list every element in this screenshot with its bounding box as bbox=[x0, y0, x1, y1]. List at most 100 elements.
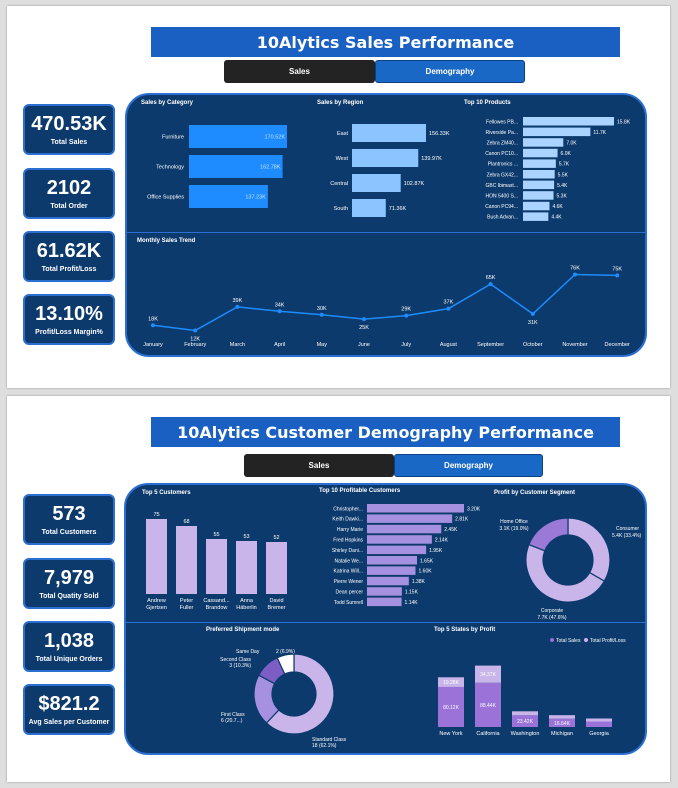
data-point bbox=[530, 311, 535, 316]
kpi-total-quantity-sold: 7,979 Total Quatity Sold bbox=[23, 558, 115, 609]
kpi-label: Total Customers bbox=[41, 529, 97, 536]
bar bbox=[523, 201, 550, 211]
category-label: David bbox=[269, 598, 283, 604]
profit-by-segment-chart: Consumer5.4K (33.4%) Corporate7.7K (47.6%… bbox=[499, 517, 642, 621]
category-label: East bbox=[337, 131, 348, 137]
data-label: 5.4K bbox=[557, 183, 568, 189]
panel-divider bbox=[127, 232, 645, 233]
slice-category: Home Office bbox=[500, 519, 528, 525]
data-point bbox=[193, 328, 198, 333]
bar bbox=[523, 191, 554, 200]
kpi-label: Total Unique Orders bbox=[35, 656, 103, 663]
category-label: Fellowes PB... bbox=[486, 119, 518, 125]
kpi-value: 2102 bbox=[46, 177, 92, 199]
data-label: 31K bbox=[528, 320, 538, 326]
top-5-states-by-profit-chart: Total Sales Total Profit/Loss 80.12K 19.28K… bbox=[438, 638, 626, 737]
bar bbox=[236, 541, 257, 594]
sales-performance-page: 10Alytics Sales Performance Sales Demogr… bbox=[7, 6, 670, 388]
data-point bbox=[362, 317, 366, 322]
bar bbox=[367, 576, 409, 586]
data-point bbox=[446, 306, 451, 311]
data-label: 30K bbox=[317, 306, 327, 312]
chart-title: Preferred Shipment mode bbox=[206, 627, 280, 633]
bar bbox=[523, 127, 591, 137]
legend-swatch bbox=[550, 638, 554, 642]
chart-title: Top 5 States by Profit bbox=[434, 627, 496, 633]
category-label: West bbox=[336, 156, 349, 162]
data-label: 1.38K bbox=[412, 579, 426, 585]
preferred-shipment-mode-chart: Standard Class18 (62.1%)First Class6 (20… bbox=[220, 649, 347, 749]
kpi-value: $821.2 bbox=[38, 693, 100, 715]
category-label: GBC Ibimast... bbox=[485, 183, 518, 189]
kpi-label: Avg Sales per Customer bbox=[28, 719, 110, 726]
slice-label: 6 (20.7...) bbox=[221, 718, 243, 724]
data-point bbox=[404, 313, 409, 318]
tab-demography[interactable]: Demography bbox=[375, 60, 525, 83]
data-label: 5.3K bbox=[557, 193, 568, 199]
data-label: 76K bbox=[570, 266, 580, 272]
chart-title: Top 10 Products bbox=[464, 100, 511, 106]
legend-label: Total Profit/Loss bbox=[590, 638, 626, 644]
bar bbox=[523, 159, 556, 168]
x-tick-label: March bbox=[230, 342, 245, 348]
bar bbox=[523, 117, 614, 126]
category-label: Technology bbox=[156, 165, 184, 171]
kpi-value: 13.10% bbox=[35, 303, 103, 325]
category-label: Washington bbox=[511, 731, 540, 737]
data-label: 3.20K bbox=[467, 506, 481, 512]
kpi-label: Total Quatity Sold bbox=[39, 593, 99, 600]
data-label: 55 bbox=[213, 532, 219, 538]
bar bbox=[586, 718, 612, 722]
tab-demography[interactable]: Demography bbox=[394, 454, 543, 477]
tab-sales[interactable]: Sales bbox=[224, 60, 375, 83]
data-label: 1.65K bbox=[420, 558, 434, 564]
bar bbox=[512, 711, 538, 716]
data-label: 5.5K bbox=[558, 172, 569, 178]
legend-label: Total Sales bbox=[556, 638, 581, 644]
data-label: 23.42K bbox=[517, 719, 534, 725]
series-line bbox=[152, 273, 618, 332]
data-point bbox=[235, 304, 240, 309]
bar bbox=[176, 526, 197, 594]
kpi-total-customers: 573 Total Customers bbox=[23, 494, 115, 545]
bar bbox=[586, 721, 612, 727]
x-tick-label: April bbox=[274, 342, 285, 348]
category-label: Gjertsen bbox=[146, 605, 167, 611]
data-label: 80.12K bbox=[443, 705, 460, 711]
category-label: Canon PC10... bbox=[485, 151, 518, 157]
chart-title: Sales by Region bbox=[317, 100, 364, 106]
category-label: Plantronics ... bbox=[488, 162, 518, 168]
tab-sales[interactable]: Sales bbox=[244, 454, 394, 477]
chart-title: Monthly Sales Trend bbox=[137, 238, 196, 244]
category-label: Peter bbox=[180, 598, 193, 604]
bar bbox=[367, 587, 402, 596]
data-point bbox=[277, 309, 282, 314]
category-label: Cassand... bbox=[203, 598, 230, 604]
data-label: 102.87K bbox=[404, 181, 425, 187]
category-label: Harry Marie bbox=[337, 527, 363, 533]
data-label: 18K bbox=[148, 316, 158, 322]
bar bbox=[523, 180, 555, 190]
data-label: 6.0K bbox=[561, 151, 572, 157]
kpi-total-profit-loss: 61.62K Total Profit/Loss bbox=[23, 231, 115, 282]
data-label: 137.23K bbox=[245, 195, 266, 201]
bar bbox=[266, 542, 287, 594]
slice-label: 7.7K (47.6%) bbox=[537, 615, 567, 621]
bar bbox=[367, 566, 416, 575]
slice-category: Same Day bbox=[236, 649, 260, 655]
data-label: 29K bbox=[401, 307, 411, 313]
kpi-value: 1,038 bbox=[43, 630, 95, 652]
data-label: 1.60K bbox=[419, 569, 433, 575]
chart-title: Profit by Customer Segment bbox=[494, 490, 576, 496]
category-label: Pierre Wener bbox=[334, 579, 364, 585]
kpi-label: Total Order bbox=[50, 203, 88, 210]
x-tick-label: December bbox=[605, 342, 631, 348]
bar bbox=[367, 556, 418, 565]
category-label: Shirley Dani... bbox=[332, 548, 363, 554]
kpi-value: 573 bbox=[52, 503, 86, 525]
bar bbox=[523, 170, 555, 179]
bar bbox=[549, 715, 575, 719]
category-label: Bremer bbox=[267, 605, 285, 611]
x-tick-label: June bbox=[358, 342, 370, 348]
category-label: Häberlin bbox=[236, 605, 256, 611]
